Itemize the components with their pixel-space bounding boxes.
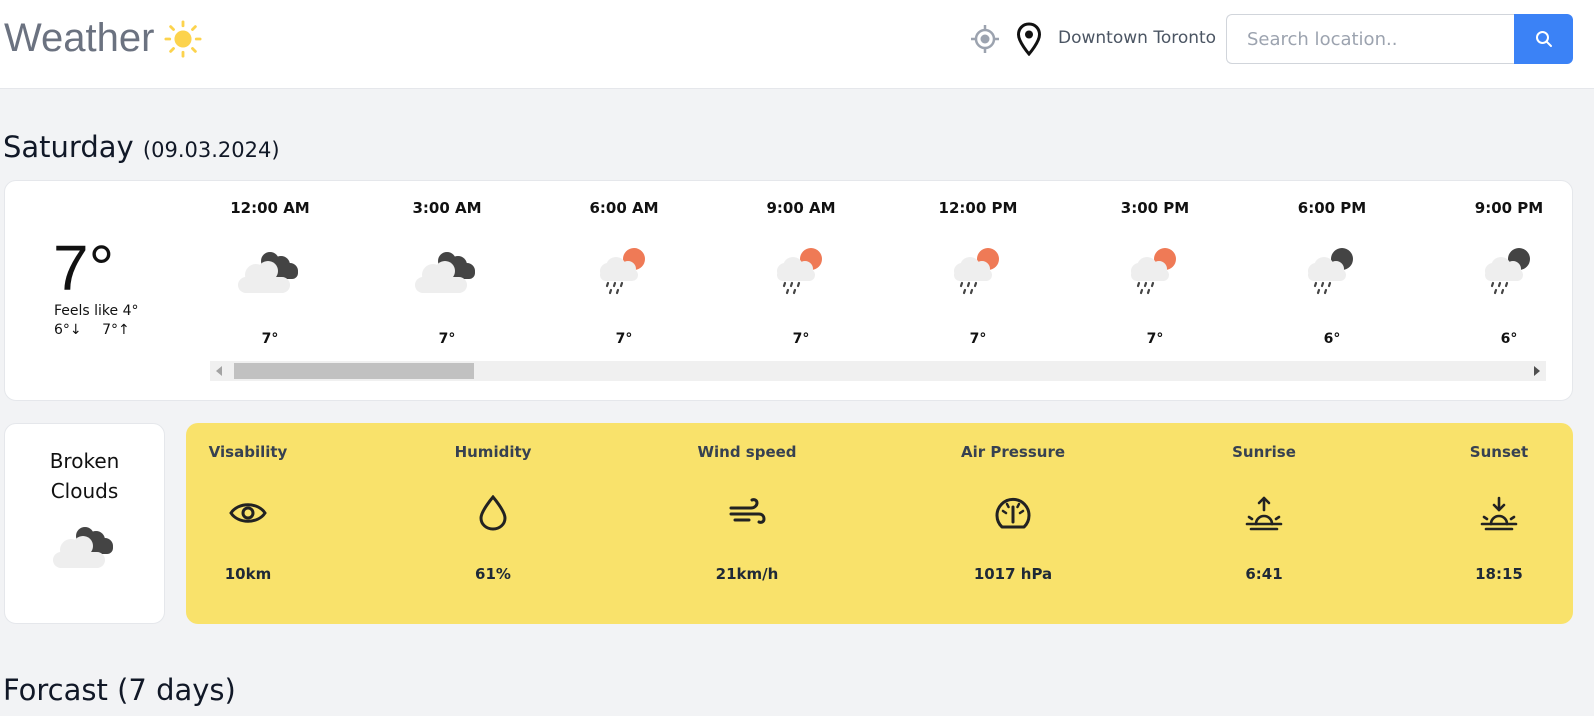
detail-sunset: Sunset 18:15	[1419, 443, 1573, 583]
search-button[interactable]	[1514, 14, 1573, 64]
day-date: (09.03.2024)	[142, 138, 280, 162]
details-panel: Visability 10km Humidity 61% Wind speed …	[186, 423, 1573, 624]
detail-value: 61%	[475, 565, 511, 583]
detail-humidity: Humidity 61%	[413, 443, 573, 583]
search-input[interactable]	[1226, 14, 1515, 64]
detail-value: 1017 hPa	[973, 565, 1053, 583]
detail-value: 21km/h	[715, 565, 779, 583]
hour-temp: 7°	[615, 331, 633, 347]
hourly-forecast[interactable]: 12:00 AM 7° 3:00 AM 7° 6:00 AM 7° 9:00 A…	[210, 181, 1546, 356]
broken-clouds-icon	[415, 252, 475, 293]
hour-item: 3:00 PM 7°	[1095, 199, 1215, 347]
hour-time: 12:00 PM	[938, 199, 1018, 217]
eye-icon	[229, 503, 267, 523]
detail-visibility: Visability 10km	[186, 443, 328, 583]
rain-day-icon	[600, 248, 645, 295]
rain-day-icon	[1131, 248, 1176, 295]
detail-wind: Wind speed 21km/h	[667, 443, 827, 583]
detail-label: Sunset	[1469, 443, 1529, 461]
hourly-scrollbar[interactable]	[210, 361, 1546, 381]
rain-night-icon	[1485, 248, 1530, 295]
max-temperature: 7°↑	[102, 322, 130, 338]
day-title: Saturday (09.03.2024)	[3, 130, 280, 164]
hour-time: 6:00 AM	[589, 199, 659, 217]
scroll-thumb[interactable]	[234, 363, 474, 379]
detail-label: Visability	[208, 443, 288, 461]
hour-time: 9:00 PM	[1474, 199, 1544, 217]
rain-day-icon	[954, 248, 999, 295]
detail-label: Humidity	[454, 443, 532, 461]
feels-like: Feels like 4°	[54, 303, 139, 319]
scroll-left-arrow[interactable]	[216, 366, 222, 376]
location-pin-icon	[1016, 22, 1042, 56]
hour-item: 12:00 PM 7°	[918, 199, 1038, 347]
hour-item: 9:00 PM 6°	[1449, 199, 1546, 347]
search-icon	[1535, 31, 1552, 47]
today-card: 7° Feels like 4° 6°↓ 7°↑ 12:00 AM 7° 3:0…	[4, 180, 1573, 401]
hour-time: 3:00 PM	[1120, 199, 1190, 217]
detail-value: 6:41	[1245, 565, 1283, 583]
scroll-right-arrow[interactable]	[1534, 366, 1540, 376]
detail-label: Sunrise	[1232, 443, 1296, 461]
hour-temp: 7°	[261, 331, 279, 347]
hour-temp: 6°	[1500, 331, 1518, 347]
day-name: Saturday	[3, 130, 134, 164]
sun-icon	[164, 19, 202, 58]
sunset-icon	[1480, 496, 1518, 531]
droplet-icon	[479, 495, 507, 531]
rain-night-icon	[1308, 248, 1353, 295]
rain-day-icon	[777, 248, 822, 295]
hour-time: 3:00 AM	[412, 199, 482, 217]
min-max-temperature: 6°↓ 7°↑	[54, 322, 146, 338]
hour-temp: 7°	[438, 331, 456, 347]
wind-icon	[729, 498, 766, 524]
detail-sunrise: Sunrise 6:41	[1184, 443, 1344, 583]
sunrise-icon	[1245, 496, 1283, 531]
hour-time: 9:00 AM	[766, 199, 836, 217]
hour-item: 12:00 AM 7°	[210, 199, 330, 347]
condition-card: Broken Clouds	[4, 423, 165, 624]
hour-time: 6:00 PM	[1297, 199, 1367, 217]
hour-temp: 7°	[969, 331, 987, 347]
hour-item: 6:00 AM 7°	[564, 199, 684, 347]
hour-temp: 7°	[792, 331, 810, 347]
min-temperature: 6°↓	[54, 322, 82, 338]
detail-value: 18:15	[1475, 565, 1523, 583]
detail-label: Air Pressure	[960, 443, 1066, 461]
location-name: Downtown Toronto	[1058, 28, 1217, 48]
brand: Weather	[4, 16, 202, 61]
hour-time: 12:00 AM	[230, 199, 310, 217]
broken-clouds-icon	[52, 527, 113, 568]
current-temperature: 7°	[53, 232, 115, 304]
hour-item: 6:00 PM 6°	[1272, 199, 1392, 347]
condition-label: Broken Clouds	[49, 449, 120, 503]
header-bar: Weather Downtown Toronto	[0, 0, 1594, 89]
hour-temp: 7°	[1146, 331, 1164, 347]
detail-pressure: Air Pressure 1017 hPa	[933, 443, 1093, 583]
detail-value: 10km	[224, 565, 272, 583]
broken-clouds-icon	[238, 252, 298, 293]
detail-label: Wind speed	[697, 443, 797, 461]
hour-item: 3:00 AM 7°	[387, 199, 507, 347]
current-location-icon[interactable]	[970, 24, 1000, 54]
gauge-icon	[995, 497, 1031, 529]
forecast-title: Forcast (7 days)	[3, 673, 236, 707]
hour-temp: 6°	[1323, 331, 1341, 347]
hour-item: 9:00 AM 7°	[741, 199, 861, 347]
app-title: Weather	[4, 16, 155, 60]
